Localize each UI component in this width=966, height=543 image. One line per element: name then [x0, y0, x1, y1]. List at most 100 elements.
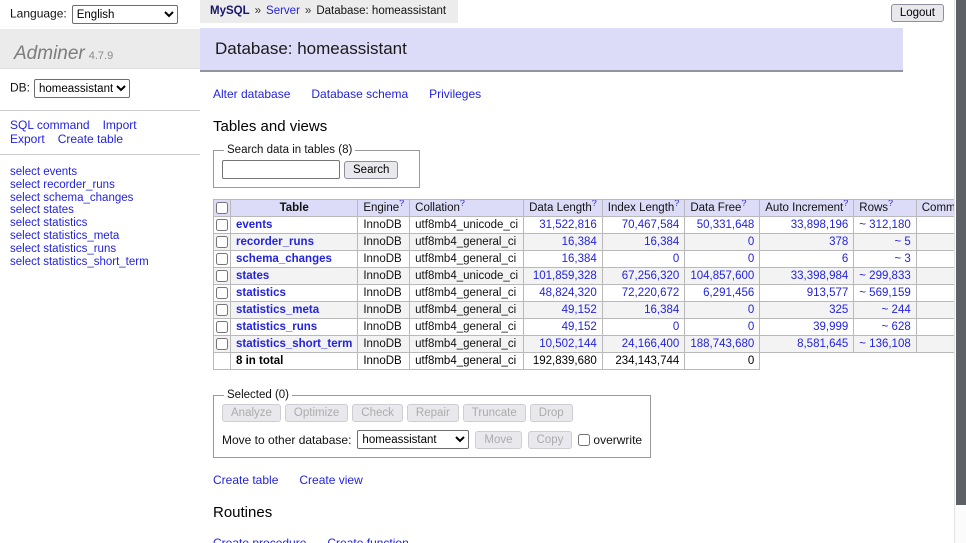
link-database-schema[interactable]: Database schema [311, 87, 408, 101]
sidebar-link-export[interactable]: Export [10, 132, 45, 146]
help-link[interactable]: ? [460, 200, 465, 209]
cell-data-length-link[interactable]: 48,824,320 [539, 287, 597, 299]
cell-auto-increment-link[interactable]: 8,581,645 [797, 338, 848, 350]
cell-rows-link[interactable]: ~ 5 [894, 236, 910, 248]
cell-auto-increment-link[interactable]: 33,398,984 [791, 270, 849, 282]
search-button[interactable]: Search [344, 161, 398, 179]
cell-index-length-link[interactable]: 16,384 [644, 304, 679, 316]
scrollbar[interactable] [954, 0, 966, 543]
cell-auto-increment-link[interactable]: 913,577 [807, 287, 849, 299]
cell-rows-link[interactable]: ~ 628 [882, 321, 911, 333]
cell-data-length-link[interactable]: 49,152 [562, 321, 597, 333]
select-all-checkbox[interactable] [216, 202, 228, 214]
cell-index-length-link[interactable]: 70,467,584 [622, 219, 680, 231]
cell-index-length-link[interactable]: 16,384 [644, 236, 679, 248]
cell-index-length-link[interactable]: 72,220,672 [622, 287, 680, 299]
optimize-button[interactable]: Optimize [285, 404, 348, 422]
cell-table-name-link[interactable]: events [236, 219, 272, 231]
cell-table-name-link[interactable]: recorder_runs [236, 236, 314, 248]
row-checkbox-states[interactable] [216, 270, 228, 282]
cell-data-length-link[interactable]: 16,384 [562, 253, 597, 265]
cell-data-length-link[interactable]: 31,522,816 [539, 219, 597, 231]
cell-data-free-link[interactable]: 104,857,600 [690, 270, 754, 282]
cell-data-free-link[interactable]: 188,743,680 [690, 338, 754, 350]
cell-auto-increment-link[interactable]: 33,898,196 [791, 219, 849, 231]
link-create-view[interactable]: Create view [299, 473, 362, 487]
cell-rows-link[interactable]: ~ 569,159 [859, 287, 910, 299]
row-checkbox-statistics[interactable] [216, 287, 228, 299]
row-checkbox-schema-changes[interactable] [216, 253, 228, 265]
cell-index-length-link[interactable]: 67,256,320 [622, 270, 680, 282]
language-select[interactable]: English [72, 5, 178, 24]
help-link[interactable]: ? [843, 200, 848, 209]
sidebar-select-statistics-short-term[interactable]: select statistics_short_term [10, 256, 190, 269]
scrollbar-thumb[interactable] [956, 0, 966, 505]
copy-button[interactable]: Copy [528, 431, 573, 449]
cell-index-length-link[interactable]: 0 [673, 253, 679, 265]
link-privileges[interactable]: Privileges [429, 87, 481, 101]
analyze-button[interactable]: Analyze [222, 404, 281, 422]
sidebar-select-statistics-meta[interactable]: select statistics_meta [10, 230, 190, 243]
cell-index-length-link[interactable]: 0 [673, 321, 679, 333]
cell-index-length-link[interactable]: 24,166,400 [622, 338, 680, 350]
cell-rows-link[interactable]: ~ 244 [882, 304, 911, 316]
cell-table-name-link[interactable]: statistics_short_term [236, 338, 352, 350]
cell-data-free-link[interactable]: 6,291,456 [703, 287, 754, 299]
cell-table-name-link[interactable]: statistics [236, 287, 286, 299]
cell-auto-increment-link[interactable]: 378 [829, 236, 848, 248]
db-select[interactable]: homeassistant [34, 79, 130, 98]
sidebar-select-states[interactable]: select states [10, 204, 190, 217]
help-link[interactable]: ? [888, 200, 893, 209]
help-link[interactable]: ? [674, 200, 679, 209]
search-input[interactable] [222, 160, 340, 179]
cell-data-length-link[interactable]: 16,384 [562, 236, 597, 248]
cell-table-name-link[interactable]: statistics_runs [236, 321, 317, 333]
sidebar-select-statistics-runs[interactable]: select statistics_runs [10, 243, 190, 256]
drop-button[interactable]: Drop [530, 404, 573, 422]
sidebar-link-create-table[interactable]: Create table [58, 132, 123, 146]
row-checkbox-statistics-runs[interactable] [216, 321, 228, 333]
link-alter-database[interactable]: Alter database [213, 87, 290, 101]
cell-data-length-link[interactable]: 49,152 [562, 304, 597, 316]
row-checkbox-events[interactable] [216, 219, 228, 231]
move-button[interactable]: Move [475, 431, 521, 449]
link-create-function[interactable]: Create function [327, 536, 408, 543]
help-link[interactable]: ? [399, 200, 404, 209]
link-create-procedure[interactable]: Create procedure [213, 536, 306, 543]
sidebar-select-schema-changes[interactable]: select schema_changes [10, 192, 190, 205]
sidebar-select-events[interactable]: select events [10, 166, 190, 179]
move-db-select[interactable]: homeassistant [357, 430, 469, 449]
cell-rows-link[interactable]: ~ 312,180 [859, 219, 910, 231]
repair-button[interactable]: Repair [407, 404, 459, 422]
cell-data-free-link[interactable]: 0 [748, 253, 754, 265]
cell-data-free-link[interactable]: 0 [748, 236, 754, 248]
link-create-table[interactable]: Create table [213, 473, 278, 487]
row-checkbox-recorder-runs[interactable] [216, 236, 228, 248]
breadcrumb-root-link[interactable]: MySQL [210, 5, 250, 17]
row-checkbox-statistics-short-term[interactable] [216, 338, 228, 350]
cell-data-length-link[interactable]: 101,859,328 [533, 270, 597, 282]
breadcrumb-server-link[interactable]: Server [266, 5, 300, 17]
cell-data-length-link[interactable]: 10,502,144 [539, 338, 597, 350]
cell-auto-increment-link[interactable]: 325 [829, 304, 848, 316]
help-link[interactable]: ? [592, 200, 597, 209]
cell-table-name-link[interactable]: statistics_meta [236, 304, 319, 316]
cell-rows-link[interactable]: ~ 299,833 [859, 270, 910, 282]
cell-data-free-link[interactable]: 0 [748, 304, 754, 316]
cell-auto-increment-link[interactable]: 39,999 [813, 321, 848, 333]
check-button[interactable]: Check [352, 404, 403, 422]
cell-data-free-link[interactable]: 0 [748, 321, 754, 333]
sidebar-link-import[interactable]: Import [103, 118, 137, 132]
overwrite-checkbox[interactable] [578, 434, 590, 446]
cell-rows-link[interactable]: ~ 3 [894, 253, 910, 265]
truncate-button[interactable]: Truncate [463, 404, 526, 422]
row-checkbox-statistics-meta[interactable] [216, 304, 228, 316]
cell-table-name-link[interactable]: schema_changes [236, 253, 332, 265]
logout-button[interactable]: Logout [891, 4, 944, 22]
sidebar-select-statistics[interactable]: select statistics [10, 217, 190, 230]
cell-rows-link[interactable]: ~ 136,108 [859, 338, 910, 350]
sidebar-link-sql-command[interactable]: SQL command [10, 118, 90, 132]
help-link[interactable]: ? [741, 200, 746, 209]
cell-data-free-link[interactable]: 50,331,648 [697, 219, 755, 231]
cell-table-name-link[interactable]: states [236, 270, 269, 282]
